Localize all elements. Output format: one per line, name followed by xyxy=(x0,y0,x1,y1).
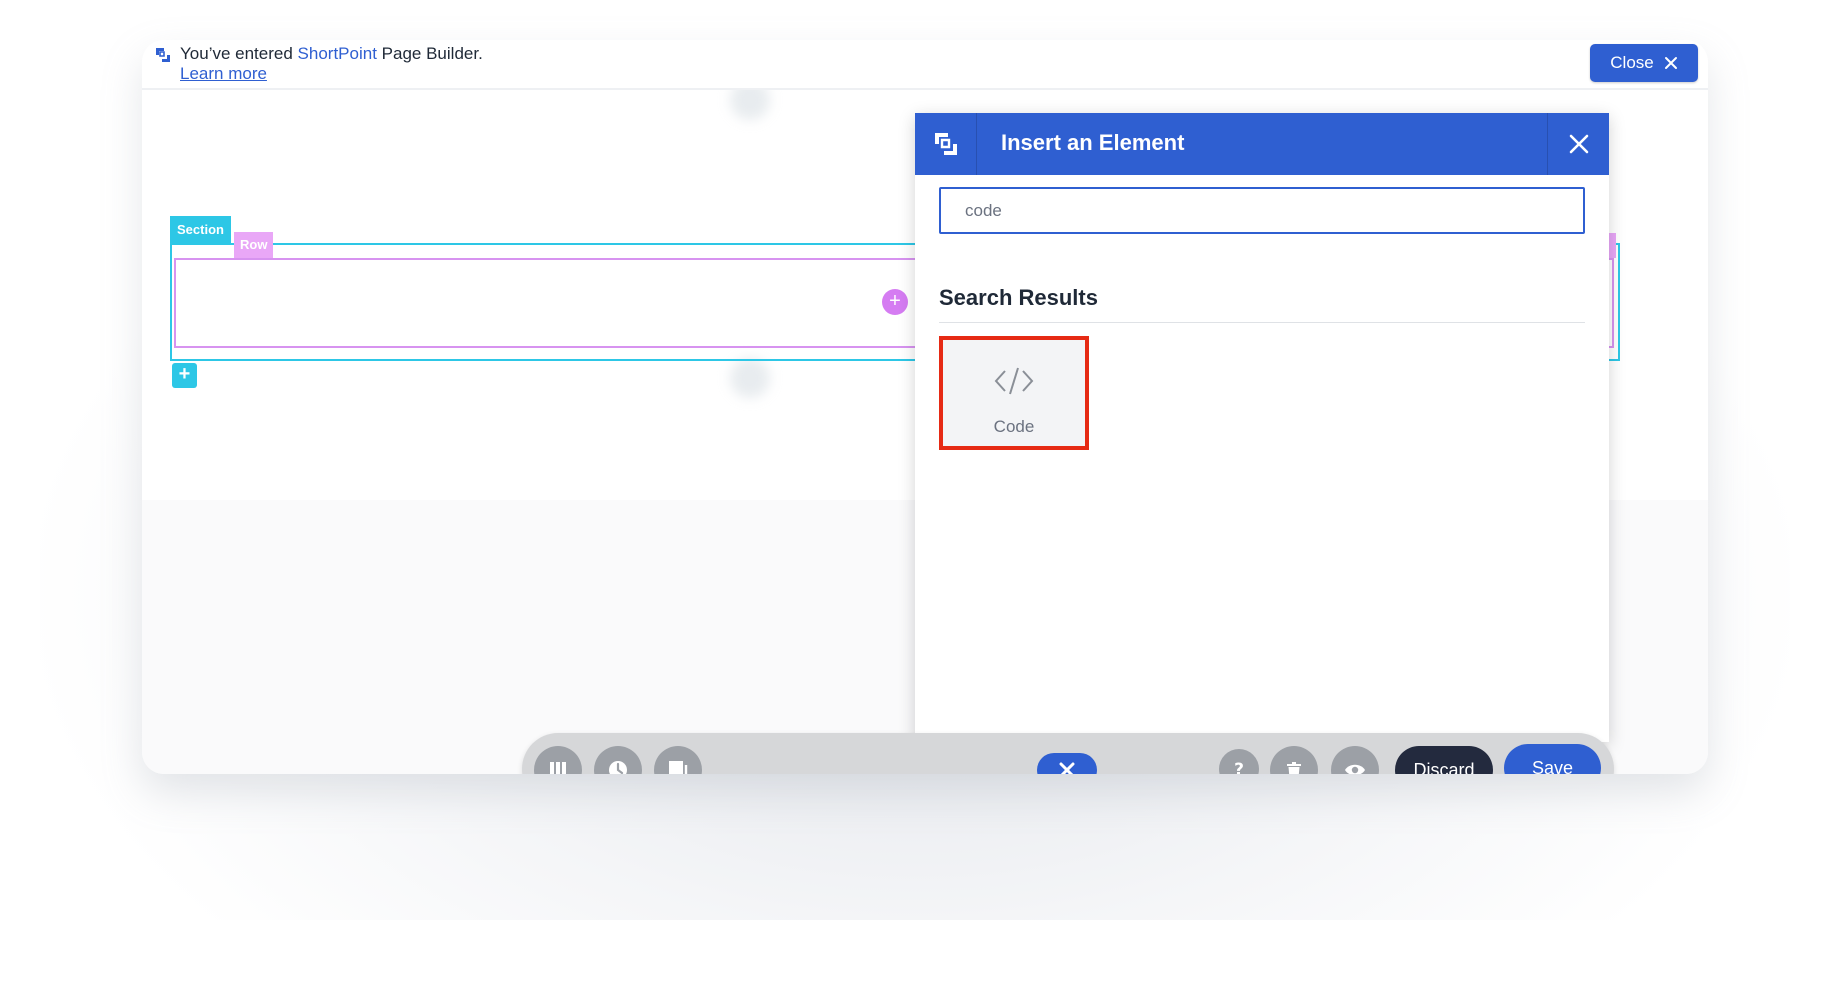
panel-header: Insert an Element xyxy=(915,113,1609,175)
code-icon xyxy=(994,367,1034,395)
shortpoint-logo-icon xyxy=(934,133,957,155)
shortpoint-logo-icon xyxy=(156,48,170,62)
search-results-heading: Search Results xyxy=(939,285,1098,310)
notice-prefix: You’ve entered xyxy=(180,44,293,63)
close-builder-button[interactable]: Close xyxy=(1590,44,1698,82)
cancel-button[interactable] xyxy=(1037,753,1097,774)
insert-element-panel: Insert an Element Search Results Code xyxy=(915,113,1609,742)
history-button[interactable] xyxy=(594,746,642,774)
builder-window: You’ve entered ShortPoint Page Builder. … xyxy=(142,40,1708,774)
notice-suffix: Page Builder. xyxy=(381,44,483,63)
columns-icon xyxy=(550,762,566,774)
notice-brand: ShortPoint xyxy=(297,44,377,63)
divider xyxy=(939,322,1585,323)
row-edge-marker xyxy=(1608,233,1616,258)
delete-button[interactable] xyxy=(1270,746,1318,774)
row-tag[interactable]: Row xyxy=(234,232,274,258)
discard-button[interactable]: Discard xyxy=(1395,746,1493,774)
svg-text:?: ? xyxy=(1234,760,1244,774)
panel-close-button[interactable] xyxy=(1547,113,1609,175)
close-icon xyxy=(1664,57,1677,69)
columns-button[interactable] xyxy=(534,746,582,774)
section-tag[interactable]: Section xyxy=(170,216,231,243)
element-search-input[interactable] xyxy=(939,187,1585,234)
preview-button[interactable] xyxy=(1331,746,1379,774)
cancel-icon xyxy=(1059,762,1075,774)
notice-message: You’ve entered ShortPoint Page Builder. xyxy=(180,44,483,64)
result-tile-code[interactable]: Code xyxy=(939,336,1089,450)
close-builder-label: Close xyxy=(1610,53,1654,72)
builder-toolbar: ? Discard Save xyxy=(522,733,1614,774)
trash-icon xyxy=(1287,762,1301,774)
layers-icon xyxy=(669,761,688,774)
close-icon xyxy=(1569,134,1588,154)
panel-logo xyxy=(915,113,977,175)
preview-icon xyxy=(1345,764,1365,774)
help-icon: ? xyxy=(1234,760,1244,774)
add-section-button[interactable]: + xyxy=(172,363,197,388)
panel-title: Insert an Element xyxy=(1001,130,1185,155)
result-label: Code xyxy=(993,417,1035,436)
history-icon xyxy=(609,761,627,774)
blur-dot xyxy=(730,358,770,398)
help-button[interactable]: ? xyxy=(1219,749,1259,774)
learn-more-link[interactable]: Learn more xyxy=(180,64,267,84)
add-element-button[interactable]: + xyxy=(882,289,908,315)
save-button[interactable]: Save xyxy=(1504,744,1601,774)
layers-button[interactable] xyxy=(654,746,702,774)
notification-bar: You’ve entered ShortPoint Page Builder. … xyxy=(142,40,1708,90)
